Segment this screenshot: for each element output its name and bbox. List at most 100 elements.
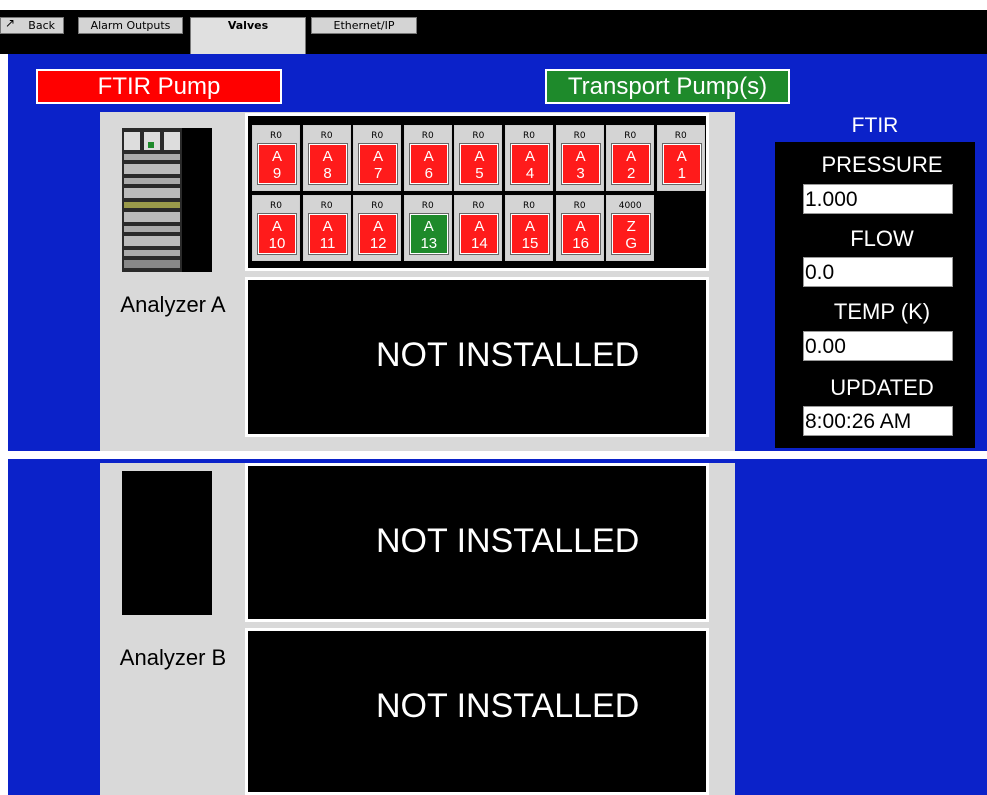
top-toolbar: ↗ Back Alarm Outputs Valves Ethernet/IP [0, 10, 987, 55]
valve-button[interactable]: R0 A 11 [302, 195, 351, 261]
analyzer-b-panel: Analyzer B NOT INSTALLED NOT INSTALLED [100, 463, 735, 795]
valve-caption: R0 [270, 201, 282, 211]
valve-line-1: A [474, 148, 485, 165]
analyzer-b-lower-status-box: NOT INSTALLED [245, 628, 709, 795]
valve-line-1: A [575, 218, 586, 235]
valve-grid: R0 A 9 R0 A 8 R0 A 7 R0 A 6 R0 A 5 R0 A 4 R0 A 3 R0 A 2 R0 A 1 R0 A 1… [245, 113, 709, 271]
valve-button[interactable]: R0 A 2 [606, 125, 655, 191]
valve-line-1: A [676, 148, 687, 165]
valve-line-1: A [575, 148, 586, 165]
valve-indicator: A 10 [258, 214, 296, 254]
valve-line-2: 10 [268, 235, 286, 252]
valve-line-1: A [271, 148, 282, 165]
back-button[interactable]: ↗ Back [0, 16, 64, 34]
valve-line-2: 7 [374, 165, 383, 182]
valve-line-1: A [322, 148, 333, 165]
valve-indicator: A2 [612, 144, 651, 184]
valve-line-2: 6 [424, 165, 433, 182]
valve-line-1: A [423, 148, 434, 165]
valve-indicator: A 13 [409, 214, 448, 254]
valve-indicator: A 14 [460, 214, 499, 254]
valve-button[interactable]: 4000 Z G [606, 195, 655, 261]
valve-indicator: A3 [561, 144, 600, 184]
updated-label: UPDATED [830, 375, 934, 400]
valve-caption: R0 [421, 131, 434, 141]
valve-line-2: G [625, 235, 638, 252]
valve-caption: R0 [320, 131, 333, 141]
pressure-label: PRESSURE [821, 152, 943, 177]
valve-button[interactable]: R0 A 5 [454, 125, 503, 191]
valve-indicator: A 12 [359, 214, 398, 254]
valve-caption: R0 [573, 131, 586, 141]
valve-button[interactable]: R0 A 13 [403, 195, 452, 261]
valve-button[interactable]: R0 A 3 [555, 125, 604, 191]
valve-caption: 4000 [618, 201, 642, 211]
not-installed-text: NOT INSTALLED [376, 336, 640, 374]
valve-indicator: A5 [460, 144, 499, 184]
valve-caption: R0 [523, 201, 535, 211]
ftir-title: FTIR [851, 114, 899, 137]
flow-label: FLOW [850, 226, 914, 251]
temp-value: 0.00 [803, 331, 953, 361]
tab-alarm-outputs[interactable]: Alarm Outputs [78, 17, 183, 34]
valve-indicator: A4 [511, 144, 549, 184]
valve-line-1: A [373, 148, 384, 165]
flow-value: 0.0 [803, 257, 953, 287]
valve-button[interactable]: R0 A 9 [252, 125, 300, 191]
valve-caption: R0 [523, 131, 535, 141]
back-arrow-icon: ↗ [5, 16, 16, 30]
valve-indicator: A 11 [308, 214, 347, 254]
valve-indicator: A1 [662, 144, 701, 184]
analyzer-a-status-box: NOT INSTALLED [245, 277, 709, 437]
valve-line-2: 8 [323, 165, 332, 182]
valve-line-1: Z [626, 218, 636, 235]
valve-indicator: ZG [612, 214, 651, 254]
valve-line-2: 14 [471, 235, 488, 252]
valve-button[interactable]: R0 A 14 [454, 195, 503, 261]
ftir-pump-button[interactable]: FTIR Pump [36, 69, 282, 104]
valve-line-2: 12 [369, 235, 387, 252]
valve-caption: R0 [573, 201, 586, 211]
valve-indicator: A 16 [561, 214, 600, 254]
valve-button[interactable]: R0 A 15 [505, 195, 553, 261]
valve-line-2: 13 [420, 235, 438, 252]
analyzer-a-image[interactable] [122, 128, 212, 272]
analyzer-a-label: Analyzer A [120, 292, 226, 317]
valve-button[interactable]: R0 A 12 [353, 195, 402, 261]
valve-line-2: 16 [572, 235, 589, 252]
back-label: Back [28, 19, 55, 32]
valve-line-2: 2 [627, 165, 636, 182]
valve-button[interactable]: R0 A 1 [656, 125, 705, 191]
analyzer-a-panel: Analyzer A R0 A 9 R0 A 8 R0 A 7 R0 A 6 R0 A 5 R0 A 4 R0 A 3 R… [100, 112, 735, 451]
valve-caption: R0 [270, 131, 282, 141]
valve-line-2: 5 [475, 165, 484, 182]
valve-line-1: A [626, 148, 637, 165]
valve-line-2: 3 [576, 165, 585, 182]
valve-button[interactable]: R0 A 16 [555, 195, 604, 261]
valve-indicator: A9 [258, 144, 296, 184]
not-installed-text: NOT INSTALLED [376, 687, 640, 725]
valve-indicator: A 15 [511, 214, 549, 254]
valve-line-2: 15 [521, 235, 539, 252]
valve-caption: R0 [674, 131, 687, 141]
not-installed-text: NOT INSTALLED [376, 522, 640, 560]
valve-button[interactable]: R0 A 6 [403, 125, 452, 191]
temp-label: TEMP (K) [833, 299, 931, 324]
valve-button[interactable]: R0 A 7 [353, 125, 402, 191]
valve-button[interactable]: R0 A 10 [252, 195, 300, 261]
valve-caption: R0 [472, 201, 485, 211]
section-divider [8, 451, 987, 459]
valve-button[interactable]: R0 A 4 [505, 125, 553, 191]
valve-line-2: 9 [272, 165, 282, 182]
valve-line-2: 11 [319, 235, 336, 252]
tab-valves[interactable]: Valves [190, 17, 306, 55]
analyzer-b-image[interactable] [122, 471, 212, 615]
valve-caption: R0 [320, 201, 333, 211]
valve-line-2: 1 [677, 165, 686, 182]
valve-line-1: A [524, 148, 535, 165]
transport-pump-button[interactable]: Transport Pump(s) [545, 69, 790, 104]
valve-indicator: A6 [409, 144, 448, 184]
tab-ethernet-ip[interactable]: Ethernet/IP [311, 17, 417, 34]
valve-caption: R0 [421, 201, 434, 211]
valve-button[interactable]: R0 A 8 [302, 125, 351, 191]
